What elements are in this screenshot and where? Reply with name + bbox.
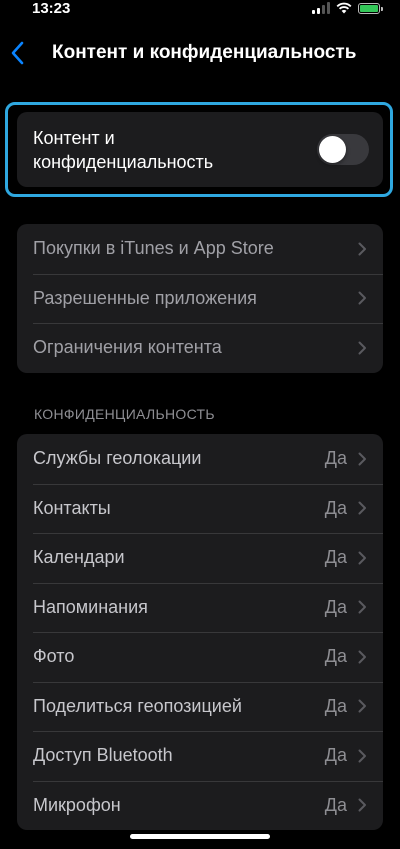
row-value: Да — [324, 497, 347, 518]
row-label: Микрофон — [33, 794, 121, 815]
chevron-right-icon — [358, 551, 366, 565]
chevron-right-icon — [358, 452, 366, 466]
section-header: КОНФИДЕНЦИАЛЬНОСТЬ — [34, 406, 215, 422]
chevron-right-icon — [358, 242, 366, 256]
row-label: Разрешенные приложения — [33, 287, 257, 308]
row-label: Службы геолокации — [33, 448, 202, 469]
list-item[interactable]: Службы геолокации Да — [17, 434, 383, 484]
toggle-label: Контент и конфиденциальность — [33, 128, 214, 172]
chevron-right-icon — [358, 501, 366, 515]
list-item[interactable]: Контакты Да — [17, 483, 383, 534]
switch-knob — [319, 136, 346, 163]
content-privacy-switch[interactable] — [317, 134, 369, 165]
row-value: Да — [324, 745, 347, 766]
wifi-icon — [336, 2, 352, 14]
chevron-right-icon — [358, 341, 366, 355]
list-item[interactable]: Микрофон Да — [17, 780, 383, 831]
chevron-left-icon[interactable] — [8, 40, 28, 66]
chevron-right-icon — [358, 749, 366, 763]
row-value: Да — [324, 448, 347, 469]
row-label: Фото — [33, 646, 75, 667]
row-label: Покупки в iTunes и App Store — [33, 238, 274, 259]
list-item[interactable]: Покупки в iTunes и App Store — [17, 224, 383, 274]
row-label: Ограничения контента — [33, 337, 222, 358]
row-value: Да — [324, 596, 347, 617]
row-value: Да — [324, 794, 347, 815]
status-icons — [312, 2, 383, 14]
list-item[interactable]: Напоминания Да — [17, 582, 383, 633]
battery-icon — [358, 2, 383, 14]
privacy-group: Службы геолокации Да Контакты Да Календа… — [17, 434, 383, 830]
row-value: Да — [324, 547, 347, 568]
cellular-signal-icon — [312, 2, 330, 14]
home-indicator[interactable] — [130, 834, 270, 839]
row-value: Да — [324, 646, 347, 667]
list-item[interactable]: Поделиться геопозицией Да — [17, 681, 383, 732]
row-label: Календари — [33, 547, 125, 568]
chevron-right-icon — [358, 650, 366, 664]
row-label: Контакты — [33, 497, 111, 518]
list-item[interactable]: Доступ Bluetooth Да — [17, 731, 383, 781]
chevron-right-icon — [358, 600, 366, 614]
chevron-right-icon — [358, 291, 366, 305]
status-bar: 13:23 — [0, 0, 400, 20]
store-settings-group: Покупки в iTunes и App Store Разрешенные… — [17, 224, 383, 373]
chevron-right-icon — [358, 798, 366, 812]
list-item[interactable]: Ограничения контента — [17, 323, 383, 373]
list-item[interactable]: Календари Да — [17, 533, 383, 583]
navigation-bar: Контент и конфиденциальность — [0, 34, 400, 74]
row-label: Напоминания — [33, 596, 148, 617]
list-item[interactable]: Фото Да — [17, 632, 383, 682]
status-time: 13:23 — [32, 0, 71, 17]
content-privacy-toggle-row[interactable]: Контент и конфиденциальность — [17, 112, 383, 187]
chevron-right-icon — [358, 699, 366, 713]
row-label: Доступ Bluetooth — [33, 745, 173, 766]
page-title: Контент и конфиденциальность — [52, 42, 357, 63]
list-item[interactable]: Разрешенные приложения — [17, 273, 383, 324]
row-value: Да — [324, 695, 347, 716]
row-label: Поделиться геопозицией — [33, 695, 242, 716]
